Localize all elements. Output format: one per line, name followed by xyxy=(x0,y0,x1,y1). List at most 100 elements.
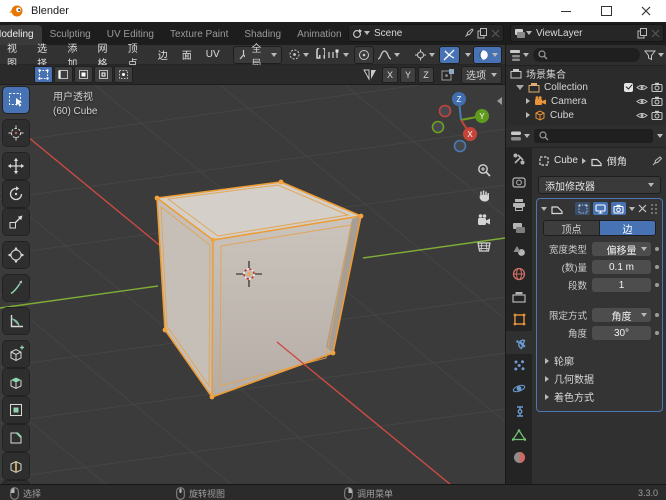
menu-edge[interactable]: 边 xyxy=(151,47,175,62)
zoom-button[interactable] xyxy=(473,159,495,181)
disclosure-closed-icon[interactable] xyxy=(526,98,530,104)
viewlayer-selector[interactable]: ViewLayer xyxy=(510,24,664,42)
tool-annotate[interactable] xyxy=(3,275,29,301)
section-geometry[interactable]: 几何数据 xyxy=(545,371,662,386)
copy-icon[interactable] xyxy=(477,27,488,39)
outliner-row-scene-collection[interactable]: 场景集合 xyxy=(506,66,666,81)
affect-vertices-tab[interactable]: 顶点 xyxy=(543,220,600,236)
navigation-gizmo[interactable]: Z Y X xyxy=(425,89,497,157)
section-shading[interactable]: 着色方式 xyxy=(545,389,662,404)
tab-tool[interactable] xyxy=(506,147,532,170)
eye-icon[interactable] xyxy=(636,111,648,120)
sidebar-collapse-arrow[interactable] xyxy=(497,97,502,108)
mirror-icon[interactable] xyxy=(362,68,378,81)
select-mode-edge-button[interactable] xyxy=(54,66,73,83)
select-mode-face-button[interactable] xyxy=(74,66,93,83)
pivot-point-dropdown[interactable] xyxy=(288,48,310,61)
proportional-editing-toggle[interactable] xyxy=(353,45,374,64)
editor-type-dropdown[interactable] xyxy=(509,49,529,61)
options-dropdown[interactable]: 选项 xyxy=(461,65,502,84)
show-gizmo-dropdown[interactable] xyxy=(414,49,435,61)
panel-expand-icon[interactable] xyxy=(541,206,547,211)
tab-modifiers[interactable] xyxy=(506,331,532,354)
decorator-dot[interactable] xyxy=(655,247,659,251)
render-camera-icon[interactable] xyxy=(651,96,663,106)
transform-orientation-dropdown[interactable]: 全局 xyxy=(232,44,283,70)
tab-collection-props[interactable] xyxy=(506,285,532,308)
tab-world[interactable] xyxy=(506,262,532,285)
amount-field[interactable]: 0.1 m xyxy=(592,260,651,274)
tab-object[interactable] xyxy=(506,308,532,331)
render-camera-icon[interactable] xyxy=(651,82,663,92)
eye-icon[interactable] xyxy=(636,97,648,106)
section-profile[interactable]: 轮廓 xyxy=(545,353,662,368)
gizmo-y-neg-axis[interactable] xyxy=(431,120,445,134)
tool-scale[interactable] xyxy=(3,209,29,235)
shading-mode-button[interactable] xyxy=(472,45,502,64)
select-mode-combo-button[interactable] xyxy=(94,66,113,83)
snap-settings-dropdown[interactable] xyxy=(327,49,349,61)
pan-button[interactable] xyxy=(473,184,495,206)
viewport-3d[interactable]: 用户透视 (60) Cube Z Y X xyxy=(0,85,505,484)
gizmo-z-neg-axis[interactable] xyxy=(453,139,467,153)
outliner-row-cube[interactable]: Cube xyxy=(506,108,666,122)
tool-loop-cut[interactable] xyxy=(3,453,29,479)
render-display-toggle[interactable] xyxy=(611,202,626,215)
tab-physics[interactable] xyxy=(506,377,532,400)
width-type-dropdown[interactable]: 偏移量 xyxy=(592,242,651,257)
realtime-display-toggle[interactable] xyxy=(593,202,608,215)
tab-material[interactable] xyxy=(506,446,532,469)
mirror-z-button[interactable]: Z xyxy=(418,66,434,83)
mirror-y-button[interactable]: Y xyxy=(400,66,416,83)
xray-toggle[interactable] xyxy=(438,45,460,64)
tool-inset-faces[interactable] xyxy=(3,397,29,423)
select-mode-vertex-button[interactable] xyxy=(34,66,53,83)
gizmo-x-neg-axis[interactable] xyxy=(438,104,452,118)
decorator-dot[interactable] xyxy=(655,331,659,335)
disclosure-closed-icon[interactable] xyxy=(526,112,530,118)
edit-mode-display-toggle[interactable] xyxy=(575,202,590,215)
decorator-dot[interactable] xyxy=(655,313,659,317)
tab-particles[interactable] xyxy=(506,354,532,377)
tool-select-box[interactable] xyxy=(3,87,29,113)
snap-target-icon[interactable] xyxy=(441,68,456,82)
drag-handle-icon[interactable] xyxy=(650,203,658,215)
tab-output[interactable] xyxy=(506,193,532,216)
select-mode-island-button[interactable] xyxy=(114,66,133,83)
tab-scene[interactable] xyxy=(506,239,532,262)
close-button[interactable] xyxy=(626,0,666,22)
outliner-row-camera[interactable]: Camera xyxy=(506,94,666,108)
tab-texture-paint[interactable]: Texture Paint xyxy=(162,25,236,45)
eye-icon[interactable] xyxy=(636,83,648,92)
filter-funnel-icon[interactable] xyxy=(644,50,656,61)
render-camera-icon[interactable] xyxy=(651,110,663,120)
close-icon[interactable] xyxy=(638,204,647,213)
tool-measure[interactable] xyxy=(3,308,29,334)
tab-constraints[interactable] xyxy=(506,400,532,423)
tab-animation[interactable]: Animation xyxy=(289,25,344,45)
tool-cursor[interactable] xyxy=(3,120,29,146)
camera-view-button[interactable] xyxy=(473,209,495,231)
outliner-row-collection[interactable]: Collection xyxy=(506,80,666,94)
cube-mesh[interactable] xyxy=(154,179,364,400)
menu-uv[interactable]: UV xyxy=(199,49,227,60)
disclosure-open-icon[interactable] xyxy=(516,84,524,90)
affect-edges-tab[interactable]: 边 xyxy=(600,220,656,236)
tool-transform[interactable] xyxy=(3,242,29,268)
editor-type-dropdown[interactable] xyxy=(510,130,530,142)
snap-magnet-icon[interactable] xyxy=(315,48,325,61)
scene-selector[interactable]: Scene xyxy=(348,24,504,42)
segments-field[interactable]: 1 xyxy=(592,278,651,292)
tool-bevel[interactable] xyxy=(3,425,29,451)
breadcrumb-object[interactable]: Cube xyxy=(554,155,578,166)
modifier-extras-dropdown-icon[interactable] xyxy=(629,206,635,211)
outliner-search-input[interactable] xyxy=(533,48,640,62)
remove-icon[interactable] xyxy=(651,29,660,38)
angle-field[interactable]: 30° xyxy=(592,326,651,340)
menu-face[interactable]: 面 xyxy=(175,47,199,62)
copy-icon[interactable] xyxy=(637,27,648,39)
tab-render[interactable] xyxy=(506,170,532,193)
tab-object-data[interactable] xyxy=(506,423,532,446)
decorator-dot[interactable] xyxy=(655,283,659,287)
pin-icon[interactable] xyxy=(651,155,662,166)
